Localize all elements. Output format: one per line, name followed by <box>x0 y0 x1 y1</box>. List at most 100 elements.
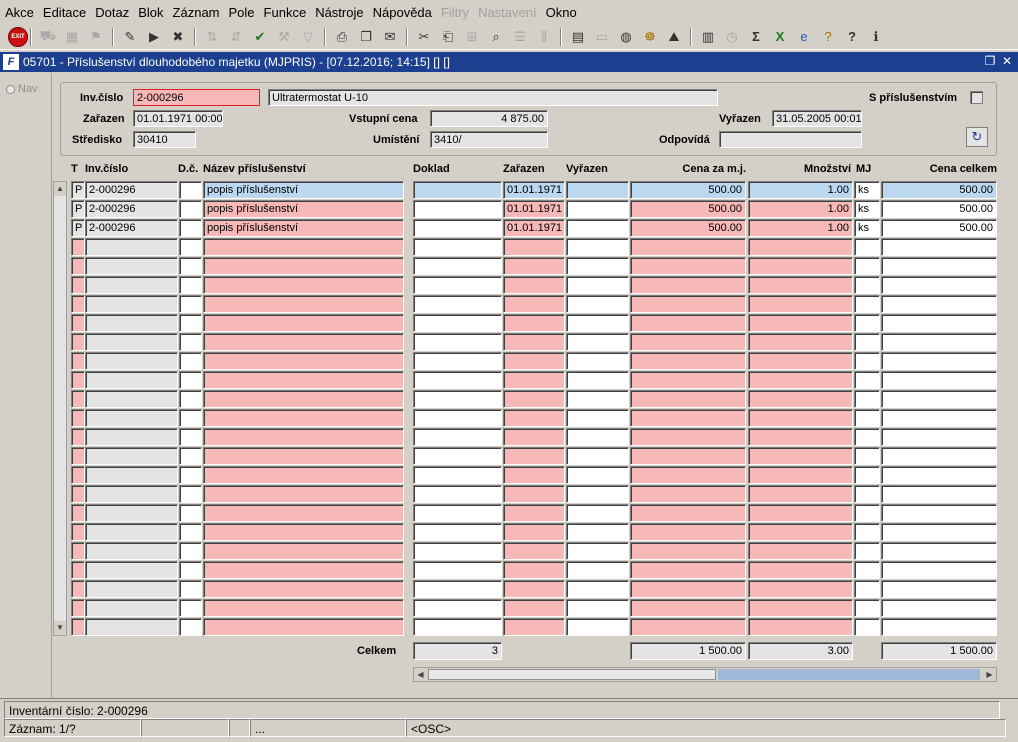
cell-cena[interactable] <box>630 352 746 370</box>
cell-celkem[interactable] <box>881 428 997 446</box>
cell-zarazen[interactable] <box>503 523 565 541</box>
cell-mnozstvi[interactable] <box>748 276 853 294</box>
cell-nazev[interactable] <box>203 333 404 351</box>
cell-nazev[interactable]: popis příslušenství <box>203 200 404 218</box>
vstupni-cena-field[interactable]: 4 875.00 <box>430 110 548 127</box>
cell-cena[interactable] <box>630 295 746 313</box>
cell-inv[interactable] <box>85 466 178 484</box>
cell-t[interactable] <box>71 333 85 351</box>
cell-nazev[interactable] <box>203 504 404 522</box>
cell-vyrazen[interactable] <box>566 181 629 199</box>
cell-inv[interactable] <box>85 504 178 522</box>
cell-cena[interactable] <box>630 409 746 427</box>
cell-vyrazen[interactable] <box>566 295 629 313</box>
cell-t[interactable] <box>71 523 85 541</box>
cell-t[interactable] <box>71 599 85 617</box>
cell-celkem[interactable] <box>881 580 997 598</box>
cell-mnozstvi[interactable] <box>748 523 853 541</box>
cell-mj[interactable] <box>854 390 880 408</box>
cell-doklad[interactable] <box>413 390 502 408</box>
cell-t[interactable] <box>71 314 85 332</box>
cell-cena[interactable] <box>630 485 746 503</box>
cell-t[interactable] <box>71 580 85 598</box>
cell-t[interactable] <box>71 485 85 503</box>
cell-inv[interactable] <box>85 390 178 408</box>
cell-nazev[interactable] <box>203 409 404 427</box>
column-header[interactable]: MJ <box>856 163 871 175</box>
cell-zarazen[interactable] <box>503 409 565 427</box>
stredisko-field[interactable]: 30410 <box>133 131 196 148</box>
horizontal-scrollbar[interactable]: ◀ ▶ <box>413 667 997 682</box>
cell-nazev[interactable] <box>203 561 404 579</box>
cell-celkem[interactable] <box>881 390 997 408</box>
cell-vyrazen[interactable] <box>566 276 629 294</box>
cell-vyrazen[interactable] <box>566 561 629 579</box>
cell-mnozstvi[interactable] <box>748 295 853 313</box>
cell-vyrazen[interactable] <box>566 580 629 598</box>
cell-celkem[interactable] <box>881 409 997 427</box>
cell-t[interactable] <box>71 257 85 275</box>
cell-t[interactable] <box>71 466 85 484</box>
cell-celkem[interactable] <box>881 561 997 579</box>
cell-doklad[interactable] <box>413 466 502 484</box>
cell-cena[interactable] <box>630 542 746 560</box>
cell-inv[interactable] <box>85 485 178 503</box>
mail-icon[interactable]: ✉ <box>380 27 400 47</box>
cell-cena[interactable] <box>630 523 746 541</box>
sort-desc-icon[interactable]: ⇵ <box>226 27 246 47</box>
column-header[interactable]: Cena celkem <box>930 163 997 175</box>
cell-zarazen[interactable] <box>503 466 565 484</box>
cell-doklad[interactable] <box>413 371 502 389</box>
document-icon[interactable]: ▭ <box>592 27 612 47</box>
cell-mj[interactable] <box>854 333 880 351</box>
cell-mj[interactable] <box>854 238 880 256</box>
cell-t[interactable] <box>71 371 85 389</box>
cell-t[interactable] <box>71 618 85 636</box>
cell-celkem[interactable]: 500.00 <box>881 200 997 218</box>
cell-t[interactable] <box>71 542 85 560</box>
cell-inv[interactable] <box>85 257 178 275</box>
scissors-icon[interactable]: ✂ <box>414 27 434 47</box>
cell-celkem[interactable] <box>881 276 997 294</box>
delivery-icon[interactable]: ⚑ <box>86 27 106 47</box>
cell-inv[interactable] <box>85 428 178 446</box>
cell-dc[interactable] <box>179 352 202 370</box>
cell-mj[interactable] <box>854 447 880 465</box>
cell-cena[interactable] <box>630 504 746 522</box>
cell-dc[interactable] <box>179 333 202 351</box>
cell-dc[interactable] <box>179 485 202 503</box>
cell-doklad[interactable] <box>413 428 502 446</box>
cell-nazev[interactable] <box>203 295 404 313</box>
cell-mj[interactable] <box>854 485 880 503</box>
refresh-button[interactable]: ↻ <box>966 127 988 147</box>
scroll-thumb[interactable] <box>428 669 716 680</box>
cell-mnozstvi[interactable] <box>748 371 853 389</box>
cell-nazev[interactable] <box>203 485 404 503</box>
cell-cena[interactable] <box>630 447 746 465</box>
column-header[interactable]: Doklad <box>413 163 450 175</box>
cell-dc[interactable] <box>179 580 202 598</box>
mountain-icon[interactable]: ⛰ <box>664 27 684 47</box>
globe-icon[interactable]: ◍ <box>616 27 636 47</box>
cell-mj[interactable] <box>854 428 880 446</box>
calculator-icon[interactable]: ▤ <box>568 27 588 47</box>
cell-mj[interactable] <box>854 618 880 636</box>
cell-dc[interactable] <box>179 599 202 617</box>
truck-icon[interactable]: ⛟ <box>38 27 58 47</box>
cell-inv[interactable] <box>85 542 178 560</box>
cell-dc[interactable] <box>179 523 202 541</box>
cell-celkem[interactable] <box>881 295 997 313</box>
cell-doklad[interactable] <box>413 314 502 332</box>
cell-doklad[interactable] <box>413 219 502 237</box>
cell-zarazen[interactable] <box>503 580 565 598</box>
cell-inv[interactable] <box>85 371 178 389</box>
cell-mnozstvi[interactable]: 1.00 <box>748 181 853 199</box>
cell-vyrazen[interactable] <box>566 352 629 370</box>
cell-celkem[interactable] <box>881 599 997 617</box>
cell-inv[interactable]: 2-000296 <box>85 200 178 218</box>
cell-mnozstvi[interactable] <box>748 333 853 351</box>
cell-mj[interactable] <box>854 561 880 579</box>
cell-zarazen[interactable] <box>503 314 565 332</box>
cell-dc[interactable] <box>179 390 202 408</box>
cell-mnozstvi[interactable] <box>748 447 853 465</box>
